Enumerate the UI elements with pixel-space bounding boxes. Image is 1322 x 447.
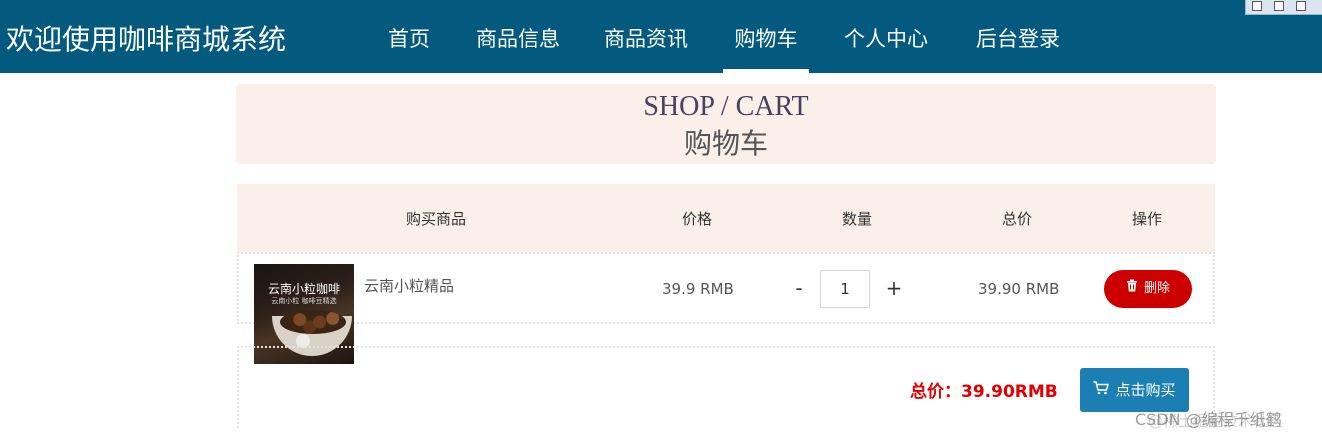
clipboard-icon[interactable] xyxy=(1296,1,1306,11)
product-image-subcaption: 云南小粒 咖啡豆精选 xyxy=(271,297,337,305)
nav-cart[interactable]: 购物车 xyxy=(723,0,809,73)
window-tools xyxy=(1245,0,1322,15)
quantity-decrease-button[interactable]: - xyxy=(790,276,808,300)
col-quantity: 数量 xyxy=(841,210,872,228)
copy-icon[interactable] xyxy=(1274,1,1284,11)
cart-total: 总价：39.90RMB xyxy=(910,382,1058,402)
col-price: 价格 xyxy=(681,210,712,228)
col-subtotal: 总价 xyxy=(1001,210,1032,228)
coffee-beans-graphic xyxy=(280,310,346,334)
cart-table-header: 购买商品 价格 数量 总价 操作 xyxy=(237,184,1215,252)
nav-admin-login[interactable]: 后台登录 xyxy=(972,0,1064,73)
cart-header-panel: SHOP / CART 购物车 xyxy=(236,84,1216,164)
quantity-increase-button[interactable]: + xyxy=(885,276,903,300)
edit-icon[interactable] xyxy=(1252,1,1262,11)
nav-home[interactable]: 首页 xyxy=(385,0,433,73)
product-name[interactable]: 云南小粒精品 xyxy=(364,275,454,296)
delete-label: 删除 xyxy=(1143,281,1170,296)
buy-label: 点击购买 xyxy=(1115,381,1176,399)
trash-icon xyxy=(1126,270,1138,308)
nav-products[interactable]: 商品信息 xyxy=(472,0,564,73)
cart-icon xyxy=(1093,368,1110,412)
product-image-caption: 云南小粒咖啡 xyxy=(267,282,340,296)
nav-news[interactable]: 商品资讯 xyxy=(600,0,692,73)
quantity-input[interactable] xyxy=(820,270,870,308)
cart-title-cn: 购物车 xyxy=(683,129,768,160)
watermark-csdn: CSDN @编程千纸鹤 xyxy=(1135,410,1282,429)
delete-button[interactable]: 删除 xyxy=(1104,270,1192,308)
row-subtotal: 39.90 RMB xyxy=(978,280,1060,298)
col-actions: 操作 xyxy=(1131,210,1162,228)
top-navbar: 欢迎使用咖啡商城系统 首页 商品信息 商品资讯 购物车 个人中心 后台登录 xyxy=(0,0,1322,73)
product-price: 39.9 RMB xyxy=(662,280,734,298)
cart-summary-box xyxy=(237,346,1215,428)
col-product: 购买商品 xyxy=(405,210,466,228)
cart-title-en: SHOP / CART xyxy=(643,91,809,122)
nav-profile[interactable]: 个人中心 xyxy=(840,0,932,73)
buy-button[interactable]: 点击购买 xyxy=(1080,368,1189,412)
site-title: 欢迎使用咖啡商城系统 xyxy=(6,23,287,56)
